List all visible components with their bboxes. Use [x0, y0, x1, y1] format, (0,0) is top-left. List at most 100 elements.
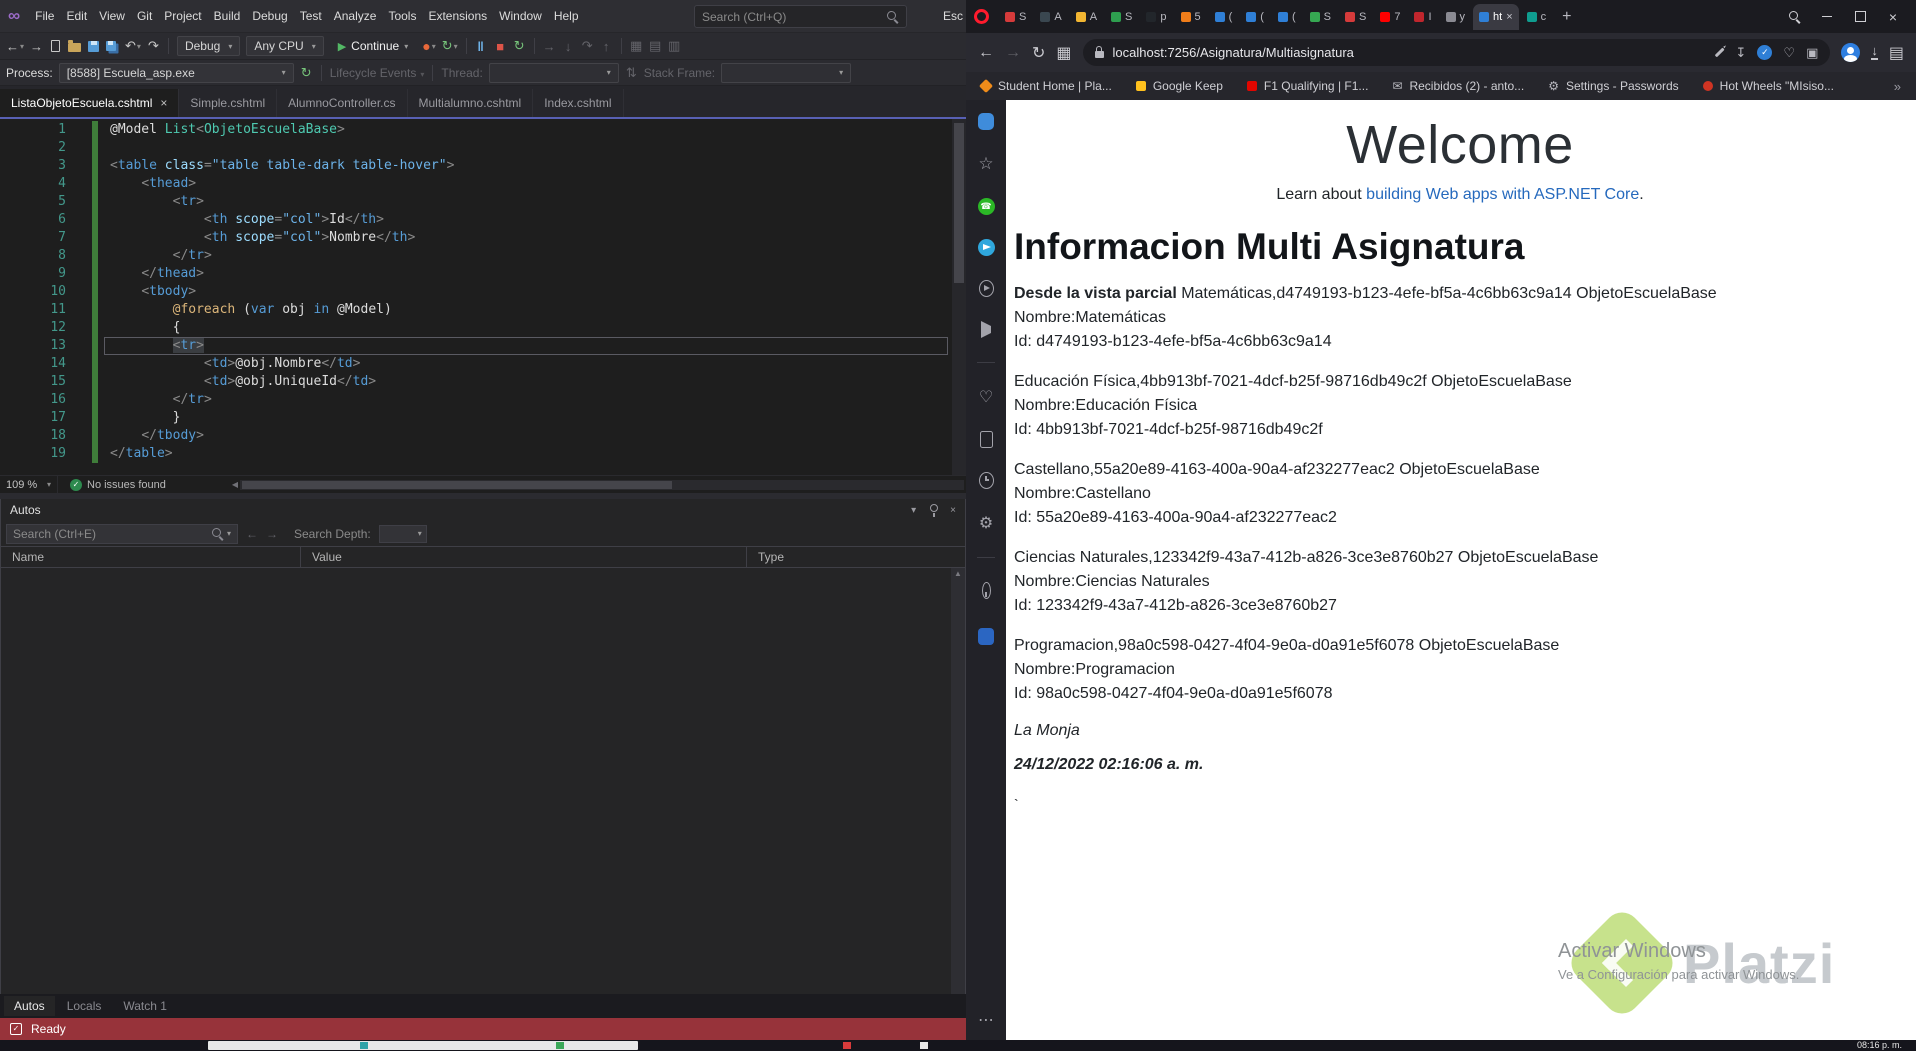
health-check-icon[interactable]: ✓	[70, 478, 82, 491]
browser-tab[interactable]: c	[1521, 4, 1553, 30]
likes-icon[interactable]: ♡	[979, 387, 993, 407]
hscroll-left-arrow-icon[interactable]: ◀	[232, 480, 238, 489]
menu-test[interactable]: Test	[294, 6, 328, 26]
thread-nav-icon[interactable]: ⇅	[625, 65, 638, 81]
browser-tab[interactable]: S	[1339, 4, 1372, 30]
code-line[interactable]: 12 {	[0, 319, 966, 337]
browser-tab[interactable]: y	[1440, 4, 1472, 30]
pinned-app-icon[interactable]	[978, 628, 994, 645]
code-line[interactable]: 13 <tr>	[0, 337, 966, 355]
browser-tab[interactable]: 5	[1175, 4, 1207, 30]
navigate-back-icon[interactable]: ← ▾	[6, 39, 24, 54]
autos-vertical-scrollbar[interactable]: ▲	[951, 568, 965, 994]
panel-tab-autos[interactable]: Autos	[4, 996, 55, 1016]
bookmark-item[interactable]: Google Keep	[1135, 79, 1223, 93]
menu-analyze[interactable]: Analyze	[328, 6, 383, 26]
autos-search-box[interactable]: Search (Ctrl+E) ▾	[6, 523, 238, 544]
code-line[interactable]: 18 </tbody>	[0, 427, 966, 445]
browser-tab[interactable]: S	[1304, 4, 1337, 30]
code-editor[interactable]: 1 @Model List<ObjetoEscuelaBase> 2 3 <table …	[0, 119, 966, 475]
menu-extensions[interactable]: Extensions	[422, 6, 493, 26]
close-panel-icon[interactable]: ×	[950, 505, 956, 516]
code-line[interactable]: 11 @foreach (var obj in @Model)	[0, 301, 966, 319]
scroll-up-icon[interactable]: ▲	[951, 568, 965, 580]
pinboards-icon[interactable]	[981, 582, 991, 599]
code-line[interactable]: 14 <td>@obj.Nombre</td>	[0, 355, 966, 373]
sidebar-setup-icon[interactable]: ⋯	[978, 1010, 994, 1030]
workspace-icon[interactable]	[978, 113, 994, 130]
sidebar-panel-icon[interactable]: ▤	[1889, 43, 1904, 63]
code-line[interactable]: 1 @Model List<ObjetoEscuelaBase>	[0, 121, 966, 139]
close-tab-icon[interactable]: ×	[1506, 11, 1512, 23]
redo-icon[interactable]: ↷	[147, 38, 160, 54]
scrollbar-thumb[interactable]	[242, 480, 673, 489]
save-icon[interactable]	[87, 40, 100, 52]
player-icon[interactable]	[978, 280, 994, 297]
adblocker-shield-icon[interactable]: ✓	[1757, 45, 1773, 60]
thread-dropdown[interactable]: ▾	[488, 62, 619, 83]
code-line[interactable]: 6 <th scope="col">Id</th>	[0, 211, 966, 229]
save-all-icon[interactable]	[106, 41, 119, 51]
panel-tab-locals[interactable]: Locals	[57, 996, 112, 1016]
tab-search-icon[interactable]	[1779, 0, 1809, 33]
menu-window[interactable]: Window	[493, 6, 548, 26]
menu-debug[interactable]: Debug	[246, 6, 293, 26]
browser-tab[interactable]: A	[1034, 4, 1067, 30]
bookmark-item[interactable]: Hot Wheels "MIsiso...	[1702, 79, 1834, 93]
open-file-icon[interactable]	[68, 40, 82, 52]
menu-project[interactable]: Project	[158, 6, 207, 26]
send-to-device-icon[interactable]: ↧	[1736, 45, 1747, 61]
aspnet-core-link[interactable]: building Web apps with ASP.NET Core	[1366, 186, 1639, 203]
browser-tab[interactable]: S	[999, 4, 1032, 30]
document-tab[interactable]: ListaObjetoEscuela.cshtml ×	[0, 89, 180, 117]
autos-variable-list[interactable]: ▲	[1, 568, 965, 994]
editor-layout-icon[interactable]: ▤	[649, 38, 662, 54]
column-header-type[interactable]: Type	[747, 547, 965, 567]
step-out-icon[interactable]: ↑	[600, 39, 613, 54]
solution-config-dropdown[interactable]: Debug ▾	[176, 36, 241, 56]
column-header-name[interactable]: Name	[1, 547, 301, 567]
telegram-icon[interactable]	[977, 239, 995, 256]
bookmark-item[interactable]: ✉ Recibidos (2) - anto...	[1392, 79, 1524, 93]
code-line[interactable]: 19 </table>	[0, 445, 966, 463]
browser-tab[interactable]: 7	[1374, 4, 1406, 30]
code-line[interactable]: 16 </tr>	[0, 391, 966, 409]
lifecycle-events-dropdown[interactable]: Lifecycle Events ▾	[330, 66, 425, 80]
my-flow-icon[interactable]	[979, 431, 993, 448]
menu-git[interactable]: Git	[131, 6, 158, 26]
bookmark-item[interactable]: F1 Qualifying | F1...	[1246, 79, 1368, 93]
menu-build[interactable]: Build	[208, 6, 247, 26]
show-next-statement-icon[interactable]: →	[543, 39, 556, 54]
menu-file[interactable]: File	[29, 6, 60, 26]
browser-tab[interactable]: I	[1408, 4, 1437, 30]
window-position-icon[interactable]: ▾	[911, 505, 916, 516]
vs-search-box[interactable]: Search (Ctrl+Q)	[694, 5, 907, 28]
column-header-value[interactable]: Value	[301, 547, 747, 567]
pin-icon[interactable]	[930, 504, 939, 517]
document-tab[interactable]: Index.cshtml	[533, 89, 624, 117]
speed-dial-icon[interactable]: ▦	[1056, 43, 1071, 63]
stack-frame-dropdown[interactable]: ▾	[721, 62, 852, 83]
browser-tab[interactable]: A	[1070, 4, 1103, 30]
code-line[interactable]: 7 <th scope="col">Nombre</th>	[0, 229, 966, 247]
browser-tab[interactable]: p	[1140, 4, 1172, 30]
code-line[interactable]: 5 <tr>	[0, 193, 966, 211]
address-bar[interactable]: localhost:7256/Asignatura/Multiasignatur…	[1082, 39, 1831, 66]
extensions-icon[interactable]: ▣	[1806, 45, 1818, 61]
close-button[interactable]: ×	[1878, 0, 1908, 33]
bookmarks-star-icon[interactable]: ☆	[978, 154, 993, 174]
browser-tab[interactable]: (	[1209, 4, 1239, 30]
scrollbar-thumb[interactable]	[954, 123, 964, 283]
menu-help[interactable]: Help	[548, 6, 585, 26]
maximize-button[interactable]	[1845, 0, 1875, 33]
break-all-icon[interactable]: ‖	[475, 39, 488, 54]
navigate-forward-icon[interactable]: →	[30, 39, 43, 54]
edit-url-icon[interactable]	[1714, 47, 1724, 58]
windows-taskbar[interactable]: 08:16 p. m.	[0, 1040, 1916, 1051]
code-line[interactable]: 10 <tbody>	[0, 283, 966, 301]
document-tab[interactable]: Multialumno.cshtml	[408, 89, 534, 117]
apply-code-changes-icon[interactable]: ↻ ▾	[442, 38, 458, 54]
zoom-control[interactable]: 109 % ▾	[0, 476, 58, 493]
search-depth-dropdown[interactable]: ▾	[378, 524, 427, 543]
panel-tab-watch-1[interactable]: Watch 1	[113, 996, 177, 1016]
